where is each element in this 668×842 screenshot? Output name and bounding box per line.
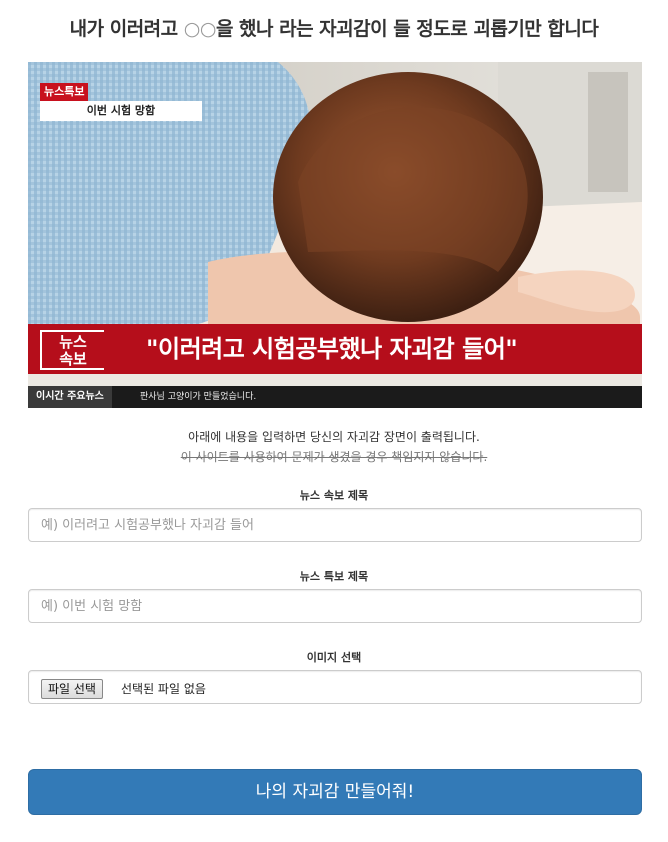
- badge-line-2: 속보: [59, 350, 87, 368]
- page-title: 내가 이러려고 ○○을 했나 라는 자괴감이 들 정도로 괴롭기만 합니다: [0, 14, 668, 41]
- generate-button[interactable]: 나의 자괴감 만들어줘!: [28, 769, 642, 815]
- title-text-end: 을 했나 라는 자괴감이 들 정도로 괴롭기만 합니다: [215, 18, 599, 40]
- special-title-label: 뉴스 특보 제목: [299, 570, 369, 583]
- news-ticker: [28, 386, 642, 408]
- special-title-input[interactable]: [28, 589, 642, 623]
- image-select-label: 이미지 선택: [306, 651, 362, 664]
- special-report-title: 이번 시험 망함: [40, 101, 202, 121]
- breaking-title-input[interactable]: [28, 508, 642, 542]
- instructions-text: 아래에 내용을 입력하면 당신의 자괴감 장면이 출력됩니다.: [188, 430, 480, 444]
- title-placeholder-mark: ○○: [183, 18, 217, 40]
- badge-line-1: 뉴스: [59, 333, 87, 351]
- disclaimer-text: 이 사이트를 사용하여 문제가 생겼을 경우 책임지지 않습니다.: [180, 450, 488, 464]
- caption-divider: [28, 374, 642, 386]
- breaking-news-headline: "이러려고 시험공부했나 자괴감 들어": [146, 335, 518, 363]
- breaking-title-label: 뉴스 속보 제목: [299, 489, 369, 502]
- title-text-start: 내가 이러려고: [69, 18, 184, 40]
- file-status-text: 선택된 파일 없음: [121, 682, 206, 696]
- breaking-news-badge-text: 뉴스 속보: [40, 330, 104, 370]
- news-preview-image: 뉴스특보 이번 시험 망함 뉴스 속보 "이러려고 시험공부했나 자괴감 들어"…: [28, 62, 642, 408]
- choose-file-button[interactable]: 파일 선택: [41, 679, 103, 699]
- ticker-text: 판사님 고양이가 만들었습니다.: [140, 392, 257, 402]
- special-report-tag: 뉴스특보: [40, 83, 89, 101]
- ticker-label: 이시간 주요뉴스: [28, 386, 112, 408]
- image-file-input[interactable]: 파일 선택 선택된 파일 없음: [28, 670, 642, 704]
